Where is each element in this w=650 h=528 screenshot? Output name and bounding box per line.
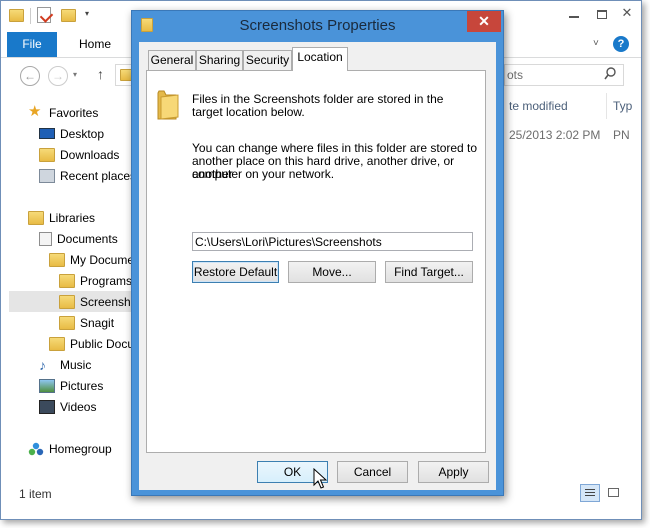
properties-icon[interactable] — [37, 7, 54, 23]
home-tab[interactable]: Home — [79, 32, 111, 57]
folder-icon — [59, 294, 75, 309]
navigation-pane: ★ Favorites Desktop Downloads Recent plac… — [1, 96, 147, 476]
desktop-icon — [39, 128, 55, 140]
column-type[interactable]: Typ — [613, 99, 632, 113]
folder-icon — [59, 315, 75, 330]
recent-places-icon — [39, 168, 55, 183]
pictures-icon — [39, 378, 55, 393]
description-line-3: computer on your network. — [192, 167, 335, 181]
nav-label: Pictures — [60, 379, 104, 393]
nav-label: Music — [60, 358, 92, 372]
nav-label: Public Docu — [70, 337, 135, 351]
mouse-cursor-icon — [313, 467, 328, 490]
nav-label: Recent places — [60, 169, 137, 183]
nav-music[interactable]: ♪ Music — [39, 355, 91, 375]
details-view-button[interactable] — [580, 484, 600, 502]
nav-recent-places[interactable]: Recent places — [39, 166, 136, 186]
minimize-icon[interactable] — [561, 5, 587, 23]
new-folder-icon[interactable] — [61, 9, 76, 22]
nav-label: Favorites — [49, 106, 99, 120]
videos-icon — [39, 399, 55, 414]
info-line-2: target location below. — [192, 105, 305, 119]
close-icon[interactable]: ✕ — [613, 3, 641, 23]
dialog-body: General Sharing Security Location Files … — [139, 42, 496, 490]
file-tab[interactable]: File — [7, 32, 57, 57]
nav-downloads[interactable]: Downloads — [39, 145, 119, 165]
folder-icon — [59, 273, 75, 288]
search-icon — [604, 67, 616, 80]
restore-default-button[interactable]: Restore Default — [192, 261, 279, 283]
location-tab-panel: Files in the Screenshots folder are stor… — [146, 70, 486, 453]
nav-favorites[interactable]: ★ Favorites — [28, 103, 98, 123]
up-icon[interactable]: ↑ — [97, 66, 104, 82]
expand-ribbon-icon[interactable]: ˅ — [593, 38, 605, 50]
nav-documents[interactable]: Documents — [39, 229, 118, 249]
forward-button[interactable]: → — [48, 66, 68, 86]
nav-desktop[interactable]: Desktop — [39, 124, 104, 144]
column-divider — [606, 93, 607, 119]
move-button[interactable]: Move... — [288, 261, 376, 283]
music-icon: ♪ — [39, 356, 46, 373]
location-path-input[interactable] — [192, 232, 473, 251]
folder-icon — [49, 252, 65, 267]
nav-libraries[interactable]: Libraries — [28, 208, 95, 228]
folder-icon — [156, 87, 180, 121]
nav-label: Snagit — [80, 316, 115, 330]
tab-sharing[interactable]: Sharing — [196, 50, 243, 70]
back-button[interactable]: ← — [20, 66, 40, 86]
nav-homegroup[interactable]: Homegroup — [28, 439, 112, 459]
separator — [30, 8, 31, 24]
tab-location[interactable]: Location — [292, 47, 348, 71]
tab-general[interactable]: General — [148, 50, 196, 70]
dialog-title: Screenshots Properties — [239, 17, 396, 34]
nav-label: Desktop — [60, 127, 105, 141]
homegroup-icon — [28, 441, 44, 457]
folder-icon — [9, 9, 24, 22]
properties-dialog: Screenshots Properties ✕ General Sharing… — [131, 10, 504, 496]
large-icons-view-button[interactable] — [604, 484, 624, 502]
search-text: ots — [507, 68, 524, 82]
nav-videos[interactable]: Videos — [39, 397, 96, 417]
file-date: 25/2013 2:02 PM — [509, 128, 601, 142]
item-count: 1 item — [19, 487, 52, 501]
find-target-button[interactable]: Find Target... — [385, 261, 473, 283]
nav-programs[interactable]: Programs — [59, 271, 132, 291]
nav-label: Downloads — [60, 148, 120, 162]
file-type: PN — [613, 128, 630, 142]
customize-toolbar-icon[interactable]: ▾ — [85, 10, 93, 18]
apply-button[interactable]: Apply — [418, 461, 489, 483]
nav-label: Programs — [80, 274, 133, 288]
tab-security[interactable]: Security — [243, 50, 292, 70]
nav-label: Homegroup — [49, 442, 112, 456]
cancel-button[interactable]: Cancel — [337, 461, 408, 483]
nav-label: Videos — [60, 400, 97, 414]
column-date-modified[interactable]: te modified — [509, 99, 568, 113]
libraries-icon — [28, 210, 44, 225]
nav-my-documents[interactable]: My Docume — [49, 250, 134, 270]
folder-icon — [49, 336, 65, 351]
search-box[interactable]: ots — [504, 64, 624, 86]
nav-label: Libraries — [49, 211, 96, 225]
nav-snagit[interactable]: Snagit — [59, 313, 114, 333]
help-icon[interactable]: ? — [613, 36, 629, 52]
nav-label: My Docume — [70, 253, 135, 267]
nav-public-documents[interactable]: Public Docu — [49, 334, 134, 354]
star-icon: ★ — [28, 102, 42, 120]
nav-label: Documents — [57, 232, 118, 246]
nav-pictures[interactable]: Pictures — [39, 376, 103, 396]
maximize-icon[interactable] — [589, 5, 615, 23]
documents-icon — [39, 231, 52, 246]
downloads-icon — [39, 147, 55, 162]
recent-locations-icon[interactable]: ▾ — [73, 70, 77, 79]
close-button[interactable]: ✕ — [467, 11, 501, 32]
